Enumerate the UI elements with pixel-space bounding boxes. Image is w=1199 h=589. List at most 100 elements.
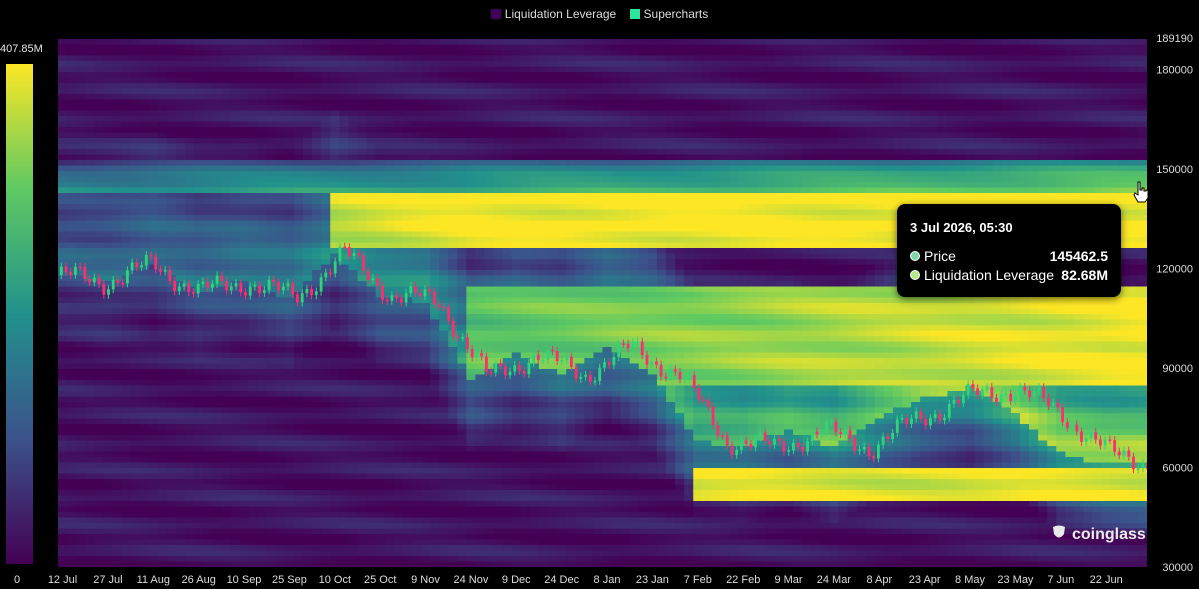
- heatmap-cell: [157, 308, 168, 315]
- heatmap-cell: [330, 528, 340, 535]
- heatmap-cell: [275, 292, 286, 299]
- heatmap-cell: [148, 88, 159, 95]
- heatmap-cell: [185, 187, 195, 194]
- heatmap-cell: [330, 72, 340, 79]
- heatmap-cell: [284, 435, 295, 442]
- heatmap-cell: [121, 341, 132, 348]
- heatmap-cell: [157, 347, 168, 354]
- heatmap-cell: [502, 330, 513, 337]
- heatmap-cell: [393, 490, 404, 497]
- heatmap-cell: [312, 550, 322, 557]
- heatmap-cell: [466, 220, 477, 227]
- heatmap-cell: [221, 182, 232, 189]
- heatmap-cell: [384, 446, 395, 453]
- heatmap-cell: [475, 330, 486, 337]
- heatmap-cell: [448, 550, 458, 557]
- heatmap-cell: [212, 242, 222, 249]
- heatmap-cell: [357, 451, 368, 458]
- heatmap-cell: [94, 523, 104, 530]
- heatmap-cell: [366, 380, 377, 387]
- heatmap-cell: [339, 127, 349, 134]
- heatmap-cell: [357, 193, 368, 200]
- heatmap-cell: [411, 253, 422, 260]
- heatmap-cell: [502, 83, 513, 90]
- heatmap-cell: [348, 429, 359, 436]
- heatmap-cell: [248, 110, 259, 117]
- heatmap-cell: [475, 72, 486, 79]
- heatmap-cell: [348, 528, 359, 535]
- heatmap-cell: [430, 479, 440, 486]
- heatmap-cell: [85, 259, 95, 266]
- heatmap-cell: [275, 336, 286, 343]
- heatmap-cell: [430, 506, 440, 513]
- heatmap-cell: [94, 479, 104, 486]
- heatmap-cell: [520, 473, 531, 480]
- heatmap-cell: [212, 248, 222, 255]
- heatmap-cell: [502, 99, 513, 106]
- heatmap-cell: [166, 83, 177, 90]
- heatmap-cell: [257, 237, 268, 244]
- heatmap-cell: [411, 248, 422, 255]
- heatmap-cell: [439, 176, 449, 183]
- heatmap-cell: [312, 242, 322, 249]
- heatmap-cell: [130, 204, 141, 211]
- heatmap-cell: [303, 77, 313, 84]
- heatmap-cell: [430, 402, 440, 409]
- heatmap-cell: [157, 374, 168, 381]
- heatmap-cell: [312, 154, 322, 161]
- heatmap-cell: [493, 314, 504, 321]
- heatmap-cell: [130, 275, 141, 282]
- heatmap-cell: [448, 264, 458, 271]
- heatmap-cell: [520, 550, 531, 557]
- heatmap-cell: [321, 446, 331, 453]
- heatmap-cell: [275, 171, 286, 178]
- heatmap-cell: [185, 297, 195, 304]
- heatmap-cell: [475, 440, 486, 447]
- heatmap-cell: [203, 303, 213, 310]
- heatmap-cell: [248, 105, 259, 112]
- heatmap-cell: [139, 512, 150, 519]
- heatmap-cell: [312, 429, 322, 436]
- heatmap-cell: [439, 55, 449, 62]
- heatmap-cell: [375, 149, 386, 156]
- heatmap-cell: [375, 226, 386, 233]
- heatmap-cell: [76, 182, 86, 189]
- heatmap-cell: [212, 528, 222, 535]
- heatmap-cell: [157, 83, 168, 90]
- heatmap-cell: [339, 308, 349, 315]
- heatmap-cell: [457, 523, 467, 530]
- heatmap-cell: [493, 534, 504, 541]
- heatmap-cell: [384, 330, 395, 337]
- heatmap-cell: [103, 473, 114, 480]
- heatmap-cell: [103, 198, 114, 205]
- heatmap-cell: [67, 407, 77, 414]
- heatmap-cell: [230, 336, 241, 343]
- heatmap-cell: [175, 226, 186, 233]
- heatmap-cell: [357, 127, 368, 134]
- heatmap-cell: [212, 66, 222, 73]
- heatmap-cell: [221, 352, 232, 359]
- heatmap-cell: [375, 308, 386, 315]
- heatmap-cell: [112, 451, 123, 458]
- heatmap-cell: [185, 165, 195, 172]
- heatmap-cell: [203, 484, 213, 491]
- heatmap-cell: [357, 154, 368, 161]
- heatmap-cell: [493, 501, 504, 508]
- heatmap-cell: [175, 259, 186, 266]
- heatmap-cell: [248, 198, 259, 205]
- heatmap-cell: [384, 523, 395, 530]
- heatmap-cell: [475, 446, 486, 453]
- heatmap-cell: [175, 220, 186, 227]
- heatmap-cell: [266, 193, 277, 200]
- heatmap-cell: [67, 297, 77, 304]
- heatmap-cell: [348, 512, 359, 519]
- heatmap-cell: [175, 94, 186, 101]
- heatmap-cell: [248, 248, 259, 255]
- heatmap-cell: [67, 55, 77, 62]
- heatmap-cell: [175, 248, 186, 255]
- heatmap-cell: [275, 149, 286, 156]
- heatmap-cell: [85, 72, 95, 79]
- heatmap-cell: [493, 528, 504, 535]
- heatmap-cell: [457, 259, 467, 266]
- heatmap-cell: [148, 55, 159, 62]
